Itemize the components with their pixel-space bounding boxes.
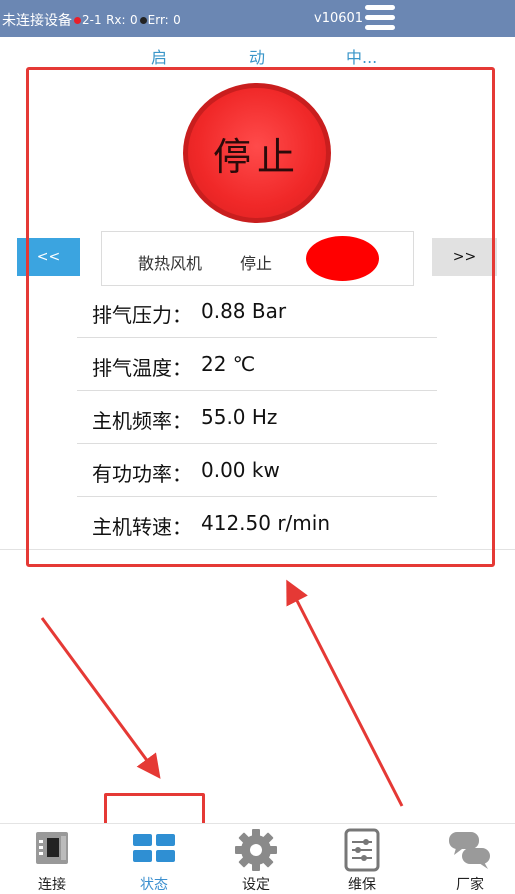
run-state-char-3: 中... — [346, 48, 378, 67]
tab-manufacturer-label: 厂家 — [456, 877, 484, 893]
bottom-navigation: 连接 状态 设定 维保 厂家 — [0, 823, 515, 893]
maintenance-icon — [344, 828, 380, 872]
param-row-exhaust-temperature: 排气温度： 22 ℃ — [77, 338, 437, 391]
annotation-arrow-to-panel — [286, 579, 404, 807]
gear-icon — [235, 829, 277, 871]
previous-device-button[interactable]: << — [17, 238, 80, 276]
param-row-active-power: 有功功率： 0.00 kw — [77, 444, 437, 497]
rx-value: 0 — [130, 13, 138, 27]
port-status-dot-icon — [74, 16, 81, 24]
run-state-text: 启 动 中... — [0, 44, 515, 67]
run-state-char-2: 动 — [249, 48, 266, 67]
status-grid-icon — [133, 834, 175, 862]
tab-settings[interactable]: 设定 — [206, 824, 306, 893]
menu-icon[interactable] — [365, 5, 395, 33]
chat-icon — [449, 832, 490, 869]
err-value: 0 — [173, 13, 181, 27]
run-state-char-1: 启 — [151, 48, 168, 67]
param-row-exhaust-pressure: 排气压力： 0.88 Bar — [77, 285, 437, 338]
stop-button-label: 停止 — [212, 134, 301, 179]
tab-manufacturer[interactable]: 厂家 — [420, 824, 515, 893]
tab-status[interactable]: 状态 — [104, 824, 204, 893]
tab-settings-label: 设定 — [242, 877, 270, 893]
version-label: v10601 — [314, 11, 364, 26]
param-label: 排气压力： — [92, 303, 192, 327]
device-status-card: 散热风机 停止 — [101, 231, 414, 286]
stop-button-face: 停止 — [188, 88, 326, 218]
next-device-button[interactable]: >> — [432, 238, 497, 276]
param-value: 412.50 r/min — [201, 511, 331, 535]
device-name: 散热风机 — [138, 254, 203, 273]
param-value: 0.88 Bar — [201, 299, 287, 323]
param-value: 55.0 Hz — [201, 405, 278, 429]
tab-maintenance[interactable]: 维保 — [312, 824, 412, 893]
param-value: 0.00 kw — [201, 458, 280, 482]
parameter-list: 排气压力： 0.88 Bar 排气温度： 22 ℃ 主机频率： 55.0 Hz … — [77, 285, 437, 549]
device-status-indicator — [306, 236, 379, 281]
connection-status: 未连接设备 2-1 Rx: 0 Err: 0 — [2, 10, 181, 30]
stop-button[interactable]: 停止 — [183, 83, 331, 223]
connect-icon — [36, 832, 68, 864]
rx-label: Rx: — [106, 13, 126, 27]
param-label: 主机频率： — [92, 409, 192, 433]
param-value: 22 ℃ — [201, 352, 256, 376]
param-label: 主机转速： — [92, 515, 192, 539]
tab-connect-label: 连接 — [38, 877, 66, 893]
port-label: 2-1 — [82, 13, 102, 27]
device-state: 停止 — [240, 254, 273, 273]
connection-text: 未连接设备 — [2, 13, 72, 29]
tab-connect[interactable]: 连接 — [2, 824, 102, 893]
param-row-host-frequency: 主机频率： 55.0 Hz — [77, 391, 437, 444]
tab-maintenance-label: 维保 — [348, 877, 376, 893]
top-status-bar: 未连接设备 2-1 Rx: 0 Err: 0 v10601 — [0, 0, 515, 37]
err-label: Err: — [147, 13, 169, 27]
param-row-host-speed: 主机转速： 412.50 r/min — [77, 497, 437, 549]
param-label: 有功功率： — [92, 462, 192, 486]
content-divider — [0, 549, 515, 550]
param-label: 排气温度： — [92, 356, 192, 380]
tab-status-label: 状态 — [140, 877, 168, 893]
err-status-dot-icon — [139, 16, 147, 24]
annotation-arrow-to-tab — [40, 617, 161, 779]
